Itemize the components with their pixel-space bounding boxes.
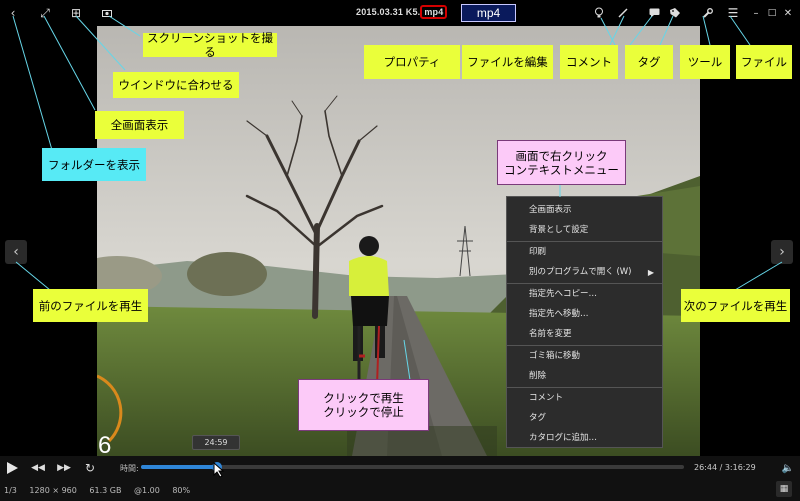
callout-tool: ツール (680, 45, 730, 79)
chevron-right-icon: › (779, 244, 785, 260)
context-menu-item[interactable]: 全画面表示 (507, 201, 662, 221)
callout-show-folder: フォルダーを表示 (42, 148, 146, 181)
context-menu-item[interactable]: 別のプログラムで開く (W) ▶ (507, 263, 662, 283)
status-zoom: 80% (172, 486, 191, 495)
pen-icon[interactable] (614, 4, 632, 22)
time-readout: 26:44 / 3:16:29 (694, 463, 756, 472)
expand-icon[interactable]: ⤢ (36, 4, 54, 22)
context-menu-item[interactable]: タグ (507, 409, 662, 429)
callout-prev-file: 前のファイルを再生 (33, 289, 148, 322)
context-menu-separator (507, 283, 662, 285)
extension-badge: mp4 (461, 4, 516, 22)
context-menu-separator (507, 387, 662, 389)
context-menu-separator (507, 345, 662, 347)
callout-fit-window: ウインドウに合わせる (113, 72, 239, 98)
callout-click-play: クリックで再生 クリックで停止 (298, 379, 429, 431)
repeat-icon[interactable]: ↻ (82, 459, 98, 477)
seek-progress (141, 465, 218, 469)
context-menu-item[interactable]: ゴミ箱に移動 (507, 347, 662, 367)
callout-tag: タグ (625, 45, 673, 79)
top-toolbar: ‹ ⤢ ⊞ 2015.03.31 K5. mp4 ☰ – □ ✕ (0, 0, 800, 26)
grid-view-icon[interactable]: ▦ (776, 481, 792, 497)
play-icon[interactable] (3, 459, 21, 477)
seek-tooltip: 24:59 (192, 435, 240, 450)
player-controls: ◀◀ ▶▶ ↻ 時間: 26:44 / 3:16:29 🔈 1/3 1280 ×… (0, 456, 800, 501)
callout-context-line-2: コンテキストメニュー (504, 162, 619, 177)
callout-context-menu: 画面で右クリック コンテキストメニュー (497, 140, 626, 185)
lightbulb-icon[interactable] (590, 4, 608, 22)
next-file-button[interactable]: › (771, 240, 793, 264)
tag-icon[interactable] (666, 4, 684, 22)
time-label: 時間: (120, 464, 139, 473)
status-index: 1/3 (4, 486, 17, 495)
status-size: 61.3 GB (89, 486, 122, 495)
context-menu-item[interactable]: 背景として設定 (507, 221, 662, 241)
callout-context-line-1: 画面で右クリック (515, 148, 608, 163)
context-menu-item[interactable]: コメント (507, 389, 662, 409)
status-speed: @1.00 (133, 486, 160, 495)
submenu-arrow-icon: ▶ (647, 267, 654, 277)
prev-file-button[interactable]: ‹ (5, 240, 27, 264)
callout-play-line-2: クリックで停止 (323, 405, 404, 419)
file-name: 2015.03.31 K5 (356, 7, 418, 17)
callout-next-file: 次のファイルを再生 (681, 289, 790, 322)
camera-icon[interactable] (98, 4, 116, 22)
context-menu-separator (507, 241, 662, 243)
chevron-left-icon: ‹ (13, 244, 19, 260)
callout-play-line-1: クリックで再生 (323, 391, 404, 405)
callout-comment: コメント (560, 45, 618, 79)
fast-forward-icon[interactable]: ▶▶ (56, 459, 72, 477)
callout-screenshot: スクリーンショットを撮る (143, 31, 277, 59)
chevron-left-icon[interactable]: ‹ (4, 4, 22, 22)
mouse-cursor-icon (213, 462, 225, 478)
context-menu-item[interactable]: 指定先へコピー… (507, 285, 662, 305)
volume-icon[interactable]: 🔈 (780, 459, 796, 477)
wrench-icon[interactable] (698, 4, 716, 22)
context-menu-item[interactable]: 削除 (507, 367, 662, 387)
comment-icon[interactable] (645, 4, 663, 22)
close-icon[interactable]: ✕ (779, 4, 797, 22)
callout-file: ファイル (736, 45, 792, 79)
callout-properties: プロパティ (364, 45, 460, 79)
context-menu-item[interactable]: 名前を変更 (507, 325, 662, 345)
fit-window-icon[interactable]: ⊞ (67, 4, 85, 22)
context-menu-item[interactable]: 指定先へ移動… (507, 305, 662, 325)
callout-fullscreen: 全画面表示 (95, 111, 184, 139)
status-bar: 1/3 1280 × 960 61.3 GB @1.00 80% (4, 486, 200, 495)
file-title: 2015.03.31 K5. mp4 (356, 5, 448, 19)
file-extension: mp4 (420, 5, 448, 19)
rewind-icon[interactable]: ◀◀ (30, 459, 46, 477)
context-menu: 全画面表示 背景として設定 印刷 別のプログラムで開く (W) ▶ 指定先へコピー… 指定先… (506, 196, 663, 448)
context-menu-item[interactable]: カタログに追加… (507, 429, 662, 449)
menu-icon[interactable]: ☰ (724, 4, 742, 22)
status-resolution: 1280 × 960 (29, 486, 77, 495)
callout-edit-file: ファイルを編集 (462, 45, 553, 79)
context-menu-item[interactable]: 印刷 (507, 243, 662, 263)
